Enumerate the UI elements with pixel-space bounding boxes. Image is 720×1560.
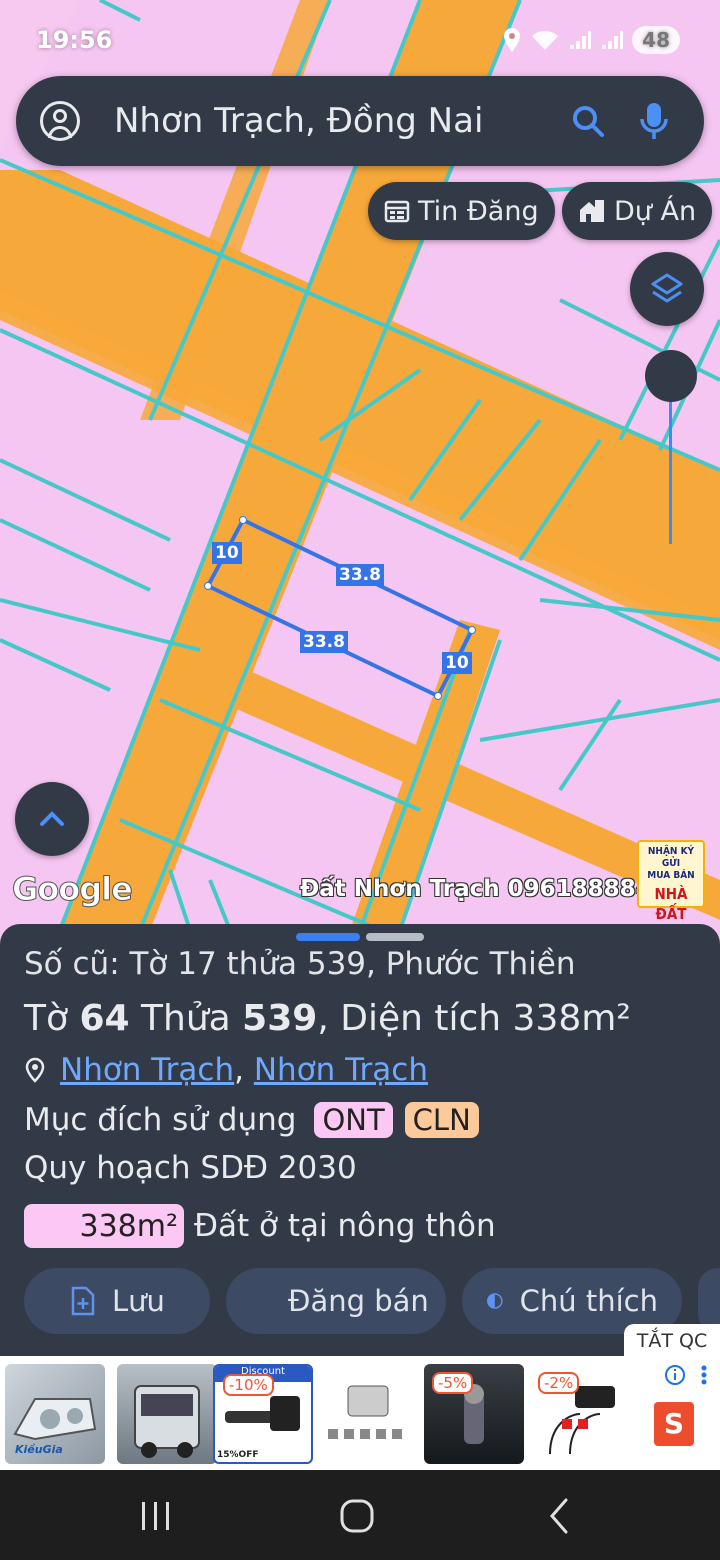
calendar-list-icon: [384, 200, 410, 223]
real-estate-logo[interactable]: NHẬN KÝ GỬI MUA BÁN NHÀ ĐẤT: [637, 840, 705, 923]
status-bar: 19:56 48: [36, 22, 680, 58]
status-icons: 48: [502, 26, 680, 54]
sheet-number: 64: [79, 998, 130, 1039]
recent-apps-icon[interactable]: [136, 1496, 176, 1536]
battery-level: 48: [642, 28, 670, 52]
sheet-page-indicator[interactable]: [366, 933, 424, 941]
edge-length-left: 10: [212, 542, 242, 564]
sheet-page-indicator-active[interactable]: [296, 933, 360, 941]
opacity-slider-track[interactable]: [669, 390, 672, 544]
opacity-slider-handle[interactable]: [645, 350, 697, 402]
ad-product-shifter[interactable]: -5%: [424, 1364, 524, 1464]
expand-sheet-button[interactable]: [15, 782, 89, 856]
clock: 19:56: [36, 26, 113, 54]
ad-product-van[interactable]: [117, 1364, 217, 1464]
contrast-icon: [487, 1293, 503, 1309]
google-attribution: Google: [12, 870, 134, 909]
location-separator: ,: [234, 1052, 244, 1088]
planning-area-row: 338m² Đất ở tại nông thôn: [24, 1204, 496, 1248]
area-label: Diện tích: [340, 998, 502, 1039]
location-row: Nhơn Trạch, Nhơn Trạch: [24, 1052, 428, 1088]
ad-banner[interactable]: KiềuGia Discount -10% 15%OFF -5% -2% S: [0, 1356, 720, 1470]
purpose-tag-cln[interactable]: CLN: [404, 1102, 479, 1138]
search-icon: [573, 106, 604, 137]
layers-icon: [651, 273, 683, 303]
van-image: [134, 1385, 200, 1458]
location-pin-icon: [25, 1057, 45, 1083]
signal-icon-2: [602, 31, 624, 49]
projects-chip[interactable]: Dự Án: [562, 182, 713, 240]
planning-title: Quy hoạch SDĐ 2030: [24, 1150, 357, 1186]
purpose-label: Mục đích sử dụng: [24, 1102, 297, 1138]
ad-product-switch[interactable]: Discount -10% 15%OFF: [213, 1364, 313, 1464]
back-icon[interactable]: [540, 1496, 580, 1536]
logo-line-3: NHÀ ĐẤT: [654, 885, 688, 923]
ad-discount-footer: 15%OFF: [217, 1450, 259, 1460]
sheet-label: Tờ: [24, 998, 69, 1039]
ad-discount-badge-3: -2%: [538, 1372, 580, 1394]
shopee-logo: S: [654, 1402, 694, 1446]
post-sale-button[interactable]: Đăng bán: [226, 1268, 446, 1334]
commune-link[interactable]: Nhơn Trạch: [254, 1052, 428, 1088]
planning-area-swatch: 338m²: [24, 1204, 184, 1248]
planning-land-type: Đất ở tại nông thôn: [194, 1208, 496, 1244]
system-nav-bar: [0, 1470, 720, 1560]
edge-length-top: 33.8: [336, 564, 384, 586]
land-use-purpose: Mục đích sử dụng ONT CLN: [24, 1102, 479, 1138]
legend-button-label: Chú thích: [519, 1284, 658, 1318]
ad-discount-badge-1: -10%: [223, 1374, 274, 1396]
battery-indicator: 48: [632, 26, 680, 54]
ad-discount-badge-2: -5%: [432, 1372, 474, 1394]
ad-info-icon[interactable]: [664, 1364, 686, 1386]
old-parcel-reference: Số cũ: Tờ 17 thửa 539, Phước Thiền: [24, 946, 576, 982]
listings-chip-label: Tin Đăng: [418, 195, 539, 227]
save-button[interactable]: Lưu: [24, 1268, 210, 1334]
save-button-label: Lưu: [112, 1284, 165, 1318]
microphone-icon: [640, 103, 668, 139]
ad-brand-text: KiềuGia: [15, 1443, 63, 1456]
ad-menu-icon[interactable]: [700, 1364, 708, 1386]
listings-chip[interactable]: Tin Đăng: [368, 182, 555, 240]
chevron-up-icon: [40, 811, 64, 826]
ad-product-parts[interactable]: [318, 1364, 418, 1464]
search-button[interactable]: [562, 95, 614, 147]
logo-line-2: MUA BÁN: [647, 870, 695, 881]
parcel-summary: Tờ 64 Thửa 539, Diện tích 338m²: [24, 998, 631, 1039]
edge-length-bottom: 33.8: [300, 631, 348, 653]
area-value: 338m²: [512, 998, 631, 1039]
purpose-tag-ont[interactable]: ONT: [314, 1102, 393, 1138]
building-icon: [580, 200, 604, 222]
plot-number: 539: [242, 998, 318, 1039]
parts-image: [328, 1385, 402, 1439]
district-link[interactable]: Nhơn Trạch: [60, 1052, 234, 1088]
location-icon: [504, 28, 521, 52]
logo-line-1: NHẬN KÝ GỬI: [647, 846, 695, 869]
search-bar[interactable]: Nhơn Trạch, Đồng Nai: [16, 76, 704, 166]
close-ad-button[interactable]: TẮT QC: [624, 1324, 720, 1358]
action-buttons: Lưu Đăng bán Chú thích: [24, 1268, 720, 1334]
layers-button[interactable]: [630, 252, 704, 326]
voice-search-button[interactable]: [628, 95, 680, 147]
add-file-icon: [71, 1286, 95, 1316]
ad-sponsor[interactable]: S: [640, 1364, 712, 1464]
wifi-icon: [532, 30, 559, 50]
ad-product-sensor[interactable]: -2%: [530, 1364, 630, 1464]
edge-length-right: 10: [442, 652, 472, 674]
signal-icon: [570, 31, 592, 49]
plot-label: Thửa: [141, 998, 231, 1039]
ad-product-headlight[interactable]: KiềuGia: [5, 1364, 105, 1464]
watermark-text: Đất Nhơn Trạch 0961888848: [300, 876, 668, 902]
search-query[interactable]: Nhơn Trạch, Đồng Nai: [114, 101, 548, 141]
projects-chip-label: Dự Án: [614, 195, 697, 227]
account-icon[interactable]: [40, 101, 80, 141]
parcel-info-sheet[interactable]: Số cũ: Tờ 17 thửa 539, Phước Thiền Tờ 64…: [0, 924, 720, 1356]
post-sale-button-label: Đăng bán: [288, 1284, 429, 1318]
home-icon[interactable]: [337, 1496, 377, 1536]
